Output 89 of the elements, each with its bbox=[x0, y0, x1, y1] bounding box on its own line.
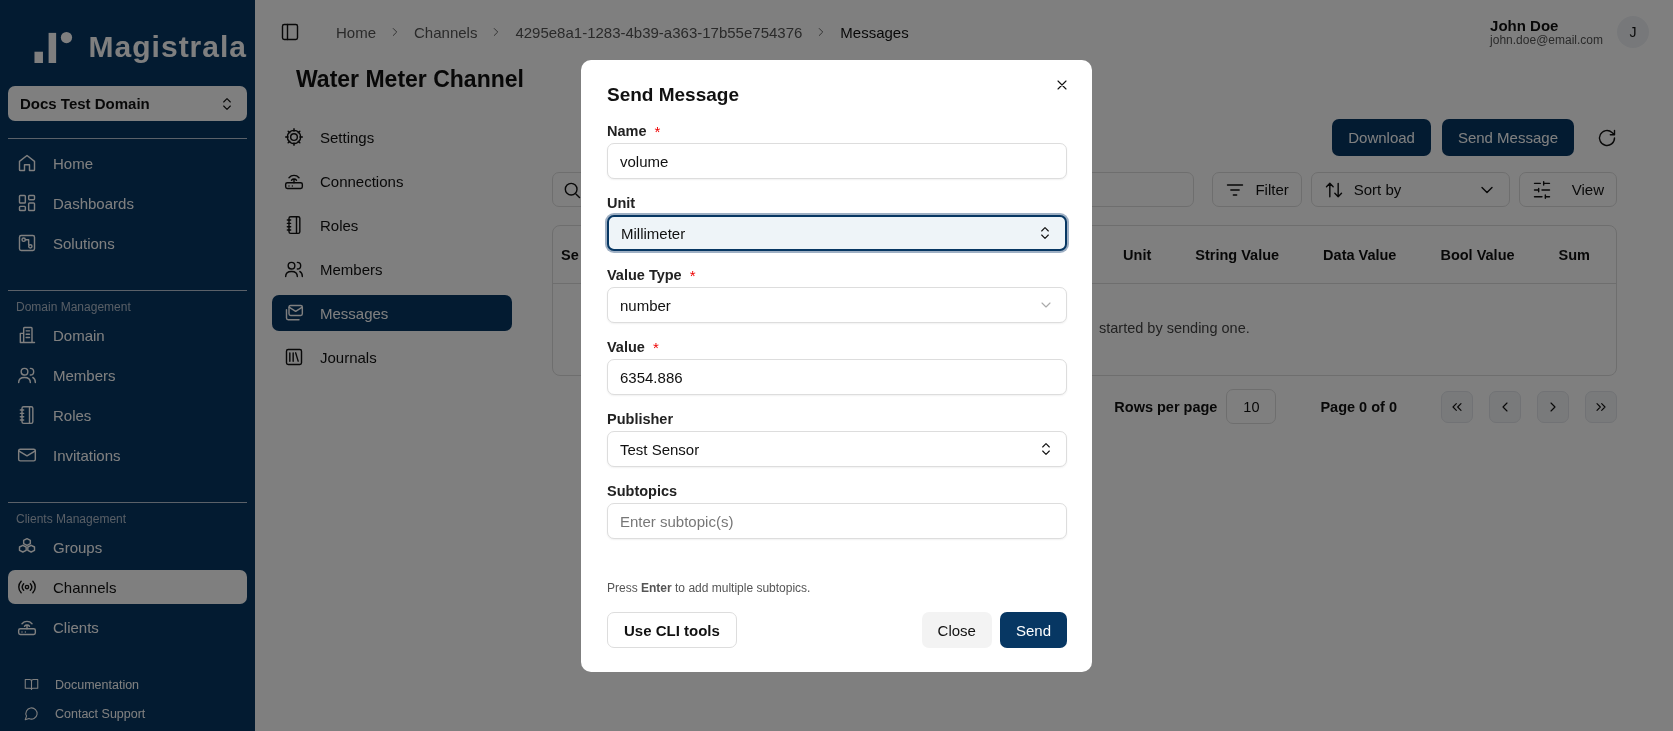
page-title: Water Meter Channel bbox=[296, 65, 524, 94]
column-header: Sum bbox=[1558, 246, 1590, 263]
input-field[interactable]: volume bbox=[607, 143, 1067, 179]
user-email: john.doe@email.com bbox=[1490, 33, 1603, 47]
channel-nav-item[interactable]: Connections bbox=[272, 163, 512, 199]
panel-icon bbox=[280, 22, 300, 42]
building-icon bbox=[17, 325, 37, 345]
channel-nav-item[interactable]: Settings bbox=[272, 119, 512, 155]
close-dialog-button[interactable]: Close bbox=[921, 612, 992, 648]
dashboard-icon bbox=[17, 193, 37, 213]
field-label: Publisher bbox=[607, 411, 674, 427]
users-icon bbox=[284, 259, 304, 279]
domain-selector[interactable]: Docs Test Domain bbox=[8, 86, 247, 121]
column-header: Se bbox=[561, 246, 580, 263]
sidebar-toggle-button[interactable] bbox=[280, 22, 300, 42]
select-field[interactable]: number bbox=[607, 287, 1067, 323]
send-button[interactable]: Send bbox=[999, 612, 1067, 648]
field-label: Name bbox=[607, 123, 647, 139]
solutions-icon bbox=[17, 233, 37, 253]
required-marker: * bbox=[654, 122, 661, 140]
rows-per-page-select[interactable]: 10 bbox=[1226, 389, 1277, 424]
cli-tools-button[interactable]: Use CLI tools bbox=[607, 612, 737, 648]
pagination-button[interactable] bbox=[1585, 390, 1617, 423]
empty-message: started by sending one. bbox=[1099, 320, 1250, 336]
pagination-button[interactable] bbox=[1537, 390, 1569, 423]
column-header: Bool Value bbox=[1440, 246, 1515, 263]
footer-link[interactable]: Contact Support bbox=[24, 706, 247, 721]
sidebar-item[interactable]: Members bbox=[8, 358, 247, 392]
channel-nav-item[interactable]: Journals bbox=[272, 339, 512, 375]
combobox-field[interactable]: Millimeter bbox=[607, 215, 1067, 251]
pagination-button[interactable] bbox=[1489, 390, 1521, 423]
channel-nav-item[interactable]: Roles bbox=[272, 207, 512, 243]
hint-text: Press Enter to add multiple subtopics. bbox=[607, 581, 812, 595]
sort-dropdown[interactable]: Sort by bbox=[1310, 172, 1510, 207]
page-info: Page 0 of 0 bbox=[1320, 398, 1397, 415]
user-avatar[interactable]: J bbox=[1617, 16, 1649, 48]
channel-nav-item[interactable]: Messages bbox=[272, 295, 512, 331]
view-button[interactable]: View bbox=[1518, 172, 1617, 207]
sidebar-item[interactable]: Domain bbox=[8, 318, 247, 352]
book-icon bbox=[24, 677, 39, 692]
section-heading: Clients Management bbox=[15, 511, 128, 528]
sidebar-item[interactable]: Dashboards bbox=[8, 186, 247, 220]
mail-stack-icon bbox=[284, 303, 304, 323]
column-header: Unit bbox=[1123, 246, 1152, 263]
section-heading: Domain Management bbox=[15, 299, 132, 316]
notebook-icon bbox=[284, 215, 304, 235]
user-name: John Doe bbox=[1490, 17, 1560, 34]
column-header: Data Value bbox=[1323, 246, 1397, 263]
breadcrumb-link[interactable]: Home bbox=[336, 23, 376, 41]
pagination-button[interactable] bbox=[1441, 390, 1473, 423]
envelope-icon bbox=[17, 445, 37, 465]
refresh-button[interactable] bbox=[1597, 127, 1617, 148]
required-marker: * bbox=[652, 338, 659, 356]
field-label: Value Type bbox=[607, 267, 682, 283]
chat-icon bbox=[24, 706, 39, 721]
dialog-title: Send Message bbox=[607, 83, 739, 107]
input-field[interactable]: Enter subtopic(s) bbox=[607, 503, 1067, 539]
field-label: Subtopics bbox=[607, 483, 678, 499]
column-header: String Value bbox=[1195, 246, 1280, 263]
settings-icon bbox=[284, 127, 304, 147]
users-icon bbox=[17, 365, 37, 385]
sidebar-item[interactable]: Home bbox=[8, 146, 247, 180]
required-marker: * bbox=[689, 266, 696, 284]
sidebar-item[interactable]: Groups bbox=[8, 530, 247, 564]
sidebar-item[interactable]: Roles bbox=[8, 398, 247, 432]
breadcrumb-current: Messages bbox=[840, 23, 909, 41]
breadcrumb-link[interactable]: Channels bbox=[414, 23, 478, 41]
footer-link[interactable]: Documentation bbox=[24, 677, 247, 692]
combobox-field[interactable]: Test Sensor bbox=[607, 431, 1067, 467]
refresh-icon bbox=[1597, 127, 1617, 148]
channel-nav-item[interactable]: Members bbox=[272, 251, 512, 287]
breadcrumb-link[interactable]: 4295e8a1-1283-4b39-a363-17b55e754376 bbox=[515, 23, 803, 41]
sidebar-item[interactable]: Channels bbox=[8, 570, 247, 604]
logo-icon bbox=[34, 31, 73, 63]
sidebar-item[interactable]: Solutions bbox=[8, 226, 247, 260]
action-button[interactable]: Download bbox=[1332, 119, 1431, 156]
input-field[interactable]: 6354.886 bbox=[607, 359, 1067, 395]
notebook-icon bbox=[17, 405, 37, 425]
sidebar-item[interactable]: Invitations bbox=[8, 438, 247, 472]
rows-per-page-label: Rows per page bbox=[1114, 398, 1218, 415]
logo-text: Magistrala bbox=[88, 30, 247, 64]
filter-button[interactable]: Filter bbox=[1212, 172, 1302, 207]
field-label: Unit bbox=[607, 195, 636, 211]
home-icon bbox=[17, 153, 37, 173]
library-icon bbox=[284, 347, 304, 367]
action-button[interactable]: Send Message bbox=[1441, 119, 1574, 156]
field-label: Value bbox=[607, 339, 645, 355]
sidebar-item[interactable]: Clients bbox=[8, 610, 247, 644]
sliders-icon bbox=[1531, 179, 1552, 200]
